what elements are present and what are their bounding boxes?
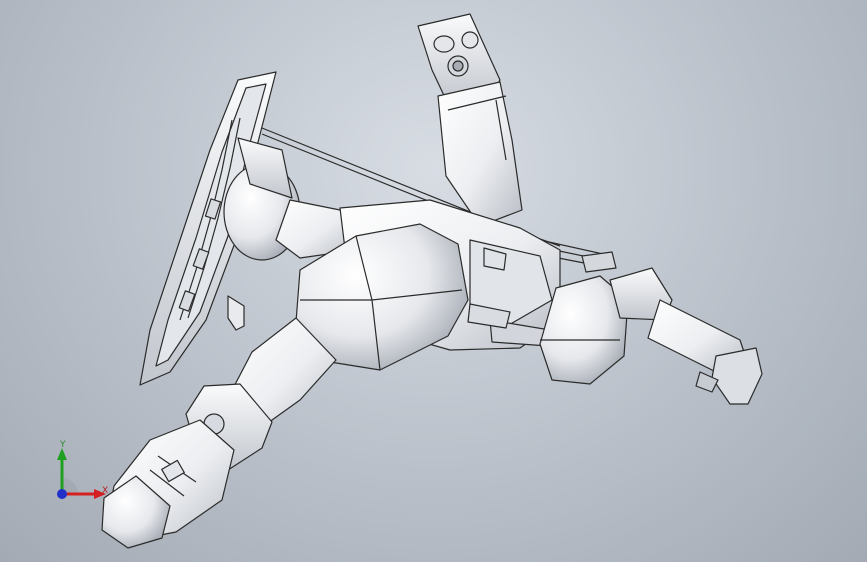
right-arm	[609, 267, 763, 405]
graphics-viewport[interactable]: Y X	[0, 0, 867, 562]
lower-leg	[101, 317, 337, 549]
robot-model[interactable]	[0, 0, 867, 562]
shoulder-joint	[223, 137, 357, 261]
axis-triad: Y X	[40, 440, 120, 510]
y-axis-label: Y	[60, 440, 66, 450]
upper-leg	[417, 13, 523, 227]
x-axis-label: X	[102, 486, 109, 496]
triad-graphic	[57, 448, 106, 499]
